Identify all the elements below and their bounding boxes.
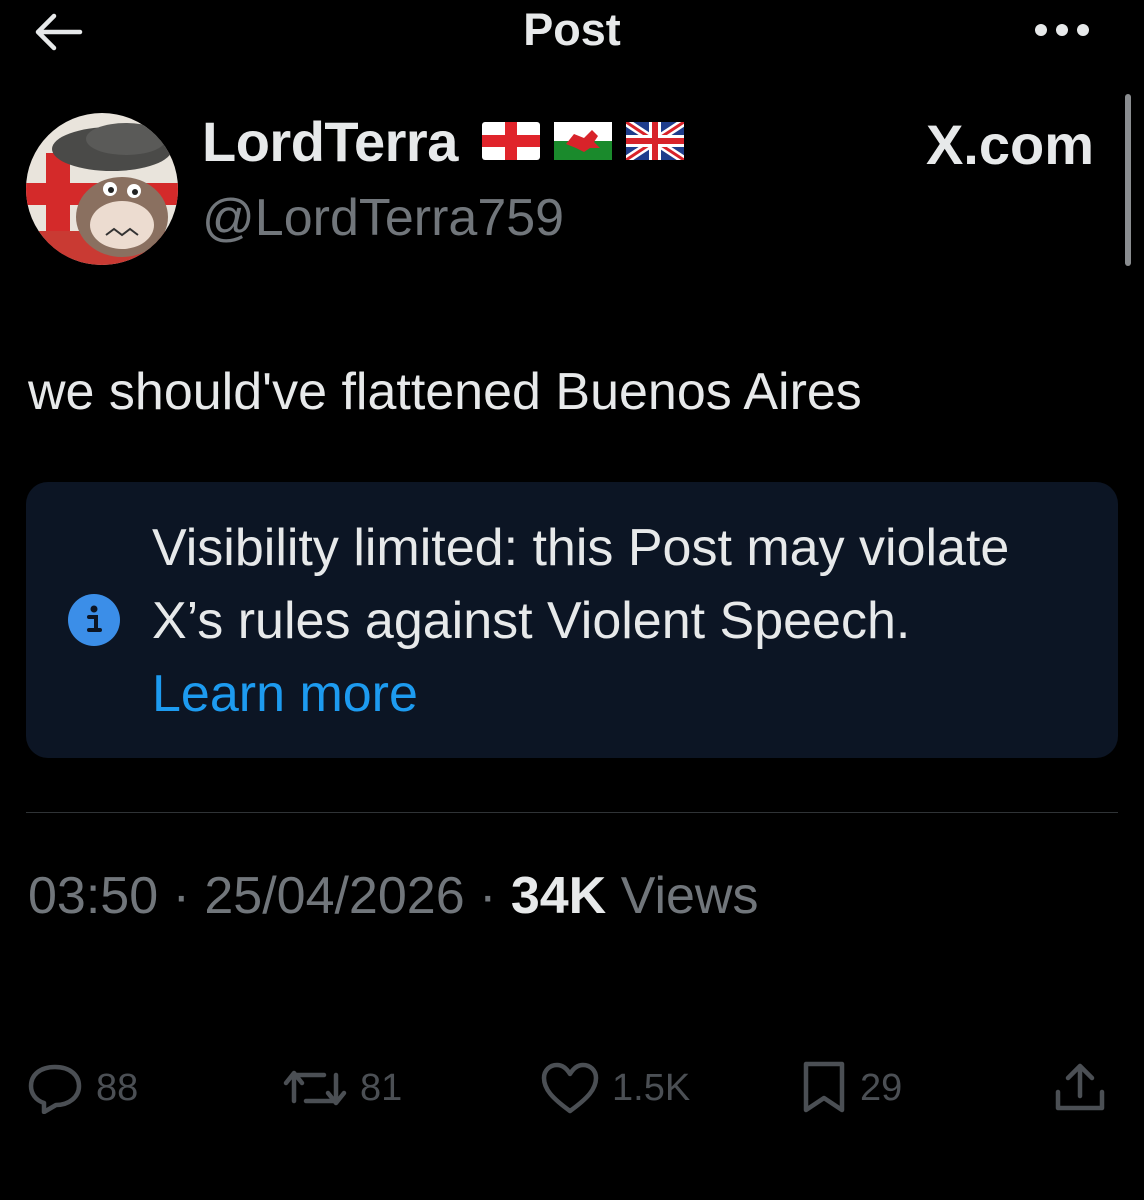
back-button[interactable]	[28, 6, 88, 58]
repost-count: 81	[360, 1066, 403, 1109]
bookmark-button[interactable]: 29	[800, 1058, 902, 1118]
notice-message: Visibility limited: this Post may violat…	[152, 519, 1010, 650]
uk-flag-icon	[625, 122, 684, 160]
learn-more-link[interactable]: Learn more	[152, 665, 418, 723]
share-icon	[1055, 1063, 1105, 1111]
author-handle[interactable]: @LordTerra759	[202, 188, 564, 248]
reply-icon	[28, 1064, 82, 1114]
bookmark-icon	[803, 1061, 845, 1113]
display-name: LordTerra	[202, 109, 458, 173]
reply-button[interactable]: 88	[26, 1058, 138, 1118]
bookmark-count: 29	[860, 1066, 903, 1109]
divider	[26, 812, 1118, 813]
post-date: 25/04/2026	[204, 867, 465, 925]
avatar[interactable]	[26, 113, 178, 265]
wales-flag-icon	[553, 122, 612, 160]
meta-separator: ·	[464, 867, 511, 925]
like-button[interactable]: 1.5K	[540, 1058, 690, 1118]
views-label: Views	[606, 867, 759, 925]
like-count: 1.5K	[612, 1066, 691, 1109]
post-time: 03:50	[28, 867, 159, 925]
ellipsis-icon	[1035, 24, 1089, 36]
notice-text: Visibility limited: this Post may violat…	[152, 512, 1052, 731]
scrollbar[interactable]	[1125, 94, 1131, 266]
post-text: we should've flattened Buenos Aires	[28, 363, 862, 421]
repost-icon	[283, 1070, 347, 1106]
arrow-left-icon	[35, 13, 83, 51]
avatar-image	[26, 113, 178, 265]
visibility-notice: Visibility limited: this Post may violat…	[26, 482, 1118, 758]
flags	[481, 122, 684, 160]
page-title: Post	[523, 4, 621, 55]
share-button[interactable]	[1052, 1058, 1108, 1118]
repost-button[interactable]: 81	[282, 1058, 402, 1118]
info-icon	[68, 594, 120, 646]
meta-separator: ·	[158, 867, 205, 925]
more-options-button[interactable]	[1028, 6, 1096, 54]
post-meta: 03:50 · 25/04/2026 · 34K Views	[28, 866, 758, 926]
views-count: 34K	[510, 867, 607, 925]
england-flag-icon	[481, 122, 540, 160]
source-label: X.com	[925, 113, 1094, 176]
author-name-row[interactable]: LordTerra	[202, 108, 684, 174]
heart-icon	[541, 1062, 599, 1114]
reply-count: 88	[96, 1066, 139, 1109]
